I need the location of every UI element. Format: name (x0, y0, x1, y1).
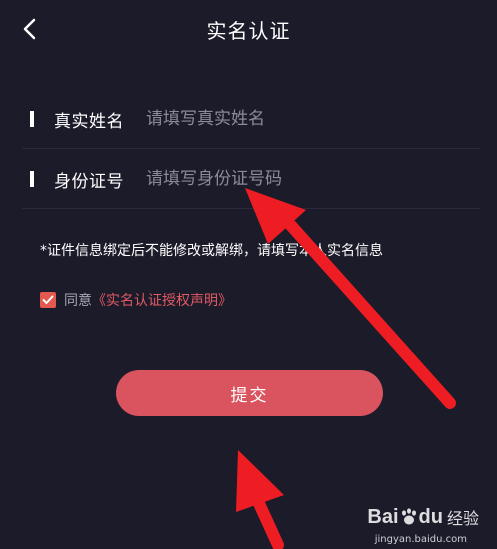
agreement-prefix: 同意 (64, 293, 92, 309)
header: 实名认证 (0, 0, 497, 62)
name-input[interactable] (146, 109, 480, 129)
watermark-logo-suffix: du (418, 505, 443, 528)
label-marker (30, 111, 34, 127)
agreement-link[interactable]: 《实名认证授权声明》 (92, 290, 232, 310)
notice-text: *证件信息绑定后不能修改或解绑，请填写本人实名信息 (40, 243, 383, 259)
paw-icon (401, 508, 416, 525)
baidu-watermark: Bai du 经验 (367, 505, 479, 529)
watermark-logo: Bai (367, 505, 399, 528)
name-label: 真实姓名 (54, 111, 124, 132)
name-row: 真实姓名 (22, 90, 480, 149)
watermark-text: 经验 (446, 509, 479, 528)
submit-button[interactable]: 提交 (116, 370, 383, 416)
id-number-label: 身份证号 (54, 171, 124, 192)
page-title: 实名认证 (206, 19, 291, 43)
arrow-to-submit-icon (236, 450, 284, 549)
label-marker (30, 171, 34, 187)
agreement-checkbox[interactable] (40, 292, 56, 308)
agreement-row: 同意 《实名认证授权声明》 (40, 290, 232, 310)
id-number-row: 身份证号 (22, 150, 480, 209)
annotation-arrows (236, 188, 456, 549)
id-number-input[interactable] (146, 169, 480, 189)
check-icon (42, 295, 54, 304)
watermark-url: jingyan.baidu.com (374, 534, 467, 545)
